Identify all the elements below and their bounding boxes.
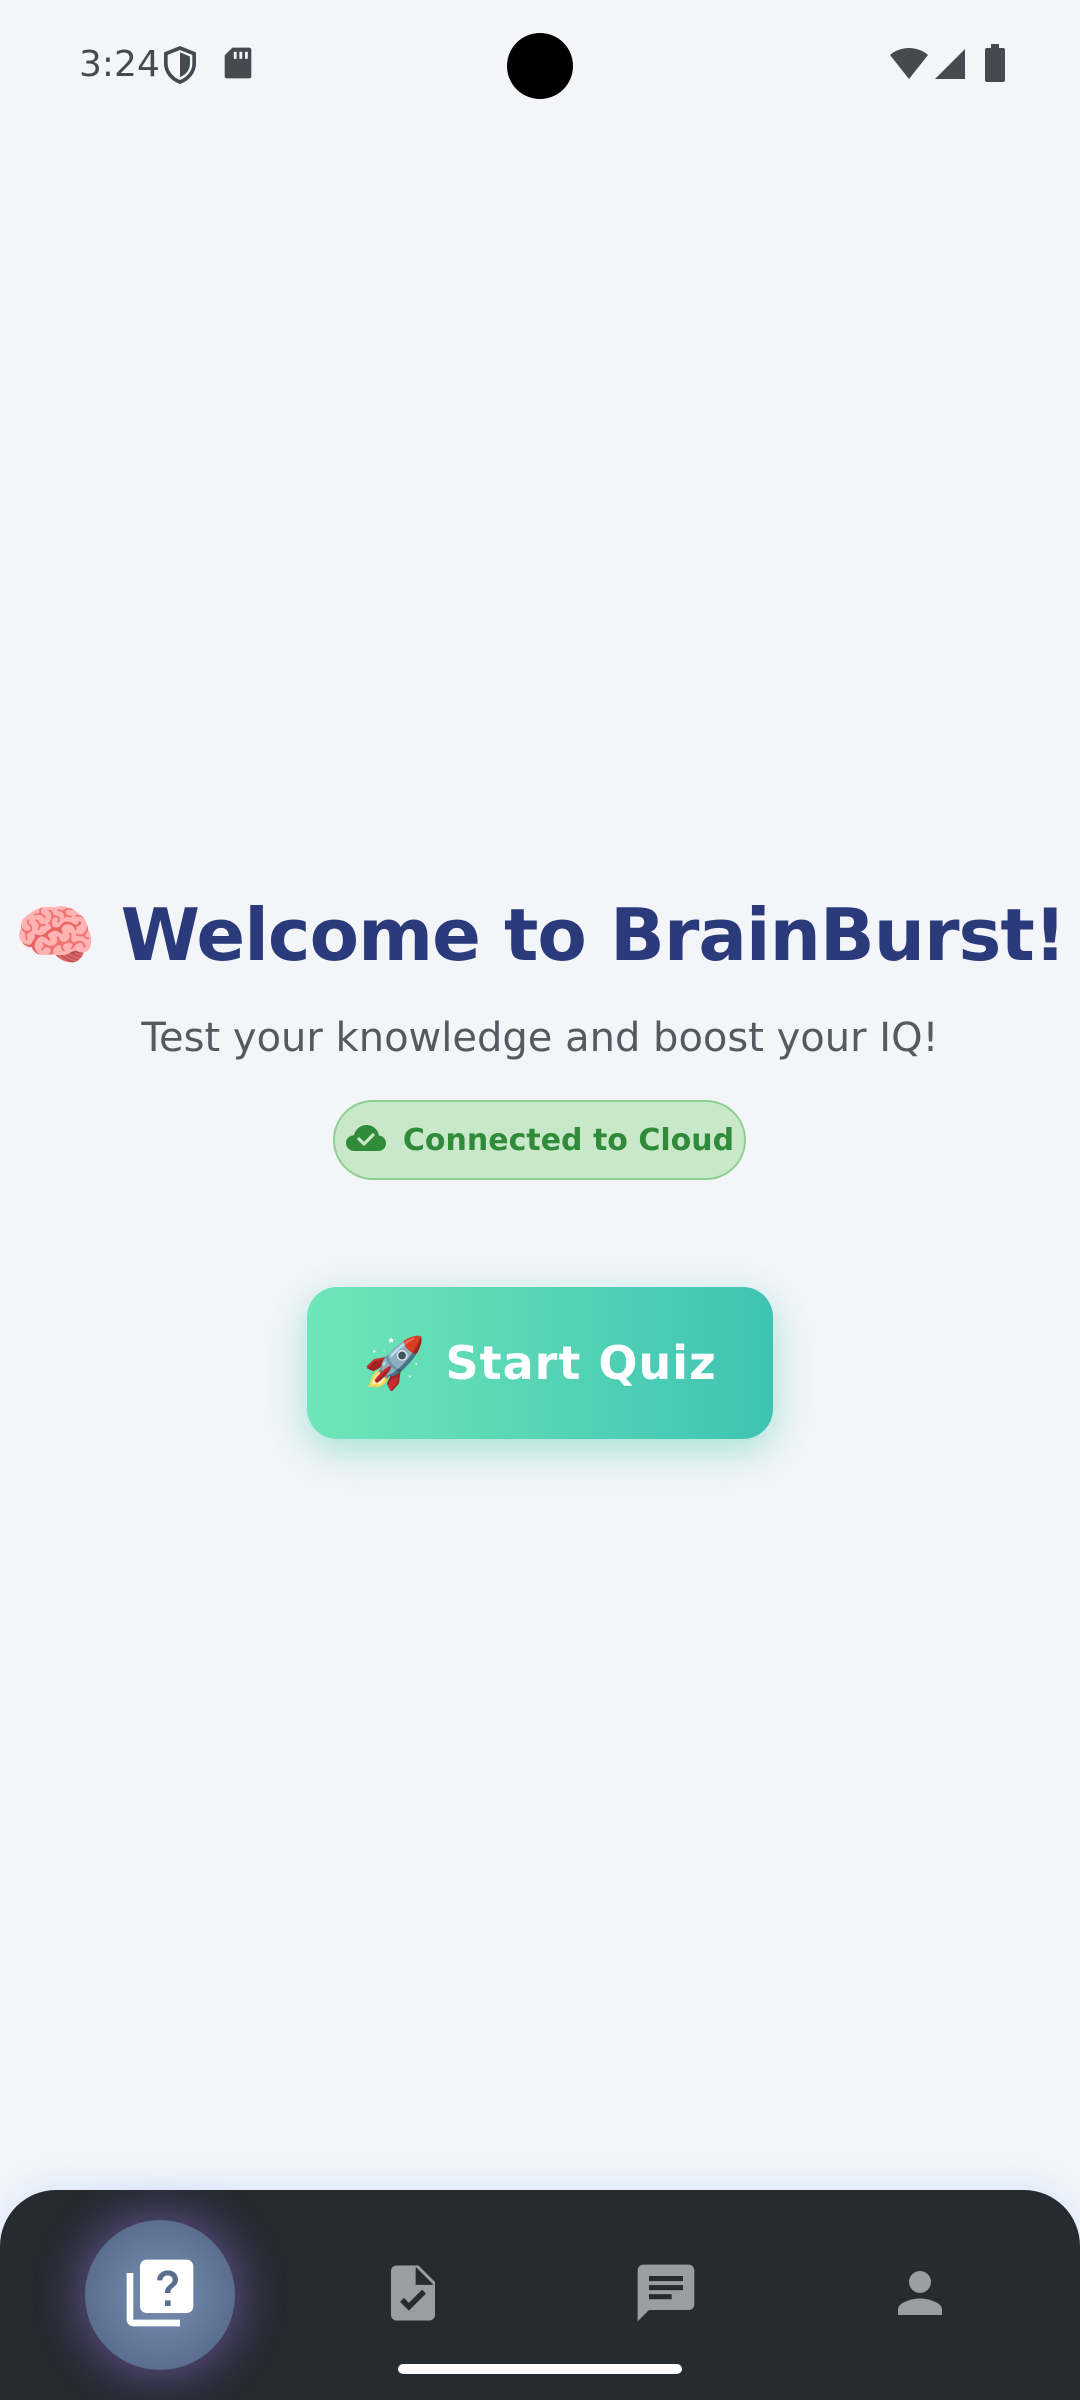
chat-icon bbox=[632, 2259, 700, 2332]
status-time: 3:24 bbox=[79, 44, 160, 85]
shield-icon bbox=[163, 46, 197, 89]
cloud-status-badge: Connected to Cloud bbox=[333, 1100, 746, 1180]
brain-icon: 🧠 bbox=[14, 898, 97, 972]
nav-item-chat[interactable] bbox=[591, 2220, 741, 2370]
camera-cutout bbox=[507, 33, 573, 99]
page-title: Welcome to BrainBurst! bbox=[120, 893, 1067, 977]
document-check-icon bbox=[380, 2260, 446, 2331]
start-quiz-button[interactable]: 🚀 Start Quiz bbox=[307, 1287, 773, 1439]
start-quiz-label: Start Quiz bbox=[445, 1336, 717, 1390]
battery-icon bbox=[984, 44, 1006, 87]
quiz-icon bbox=[120, 2253, 200, 2338]
wifi-icon bbox=[889, 48, 929, 85]
nav-item-results[interactable] bbox=[338, 2220, 488, 2370]
home-indicator[interactable] bbox=[398, 2364, 682, 2374]
nav-item-quiz[interactable] bbox=[85, 2220, 235, 2370]
nav-item-profile[interactable] bbox=[845, 2220, 995, 2370]
welcome-subtitle: Test your knowledge and boost your IQ! bbox=[141, 1015, 939, 1061]
cloud-status-label: Connected to Cloud bbox=[402, 1122, 735, 1158]
welcome-header: 🧠 Welcome to BrainBurst! bbox=[0, 890, 1080, 980]
sd-card-icon bbox=[224, 46, 252, 85]
cellular-icon bbox=[934, 48, 966, 85]
status-bar: 3:24 bbox=[0, 0, 1080, 132]
app-screen: 3:24 🧠 Welcome to BrainBurst! Test your … bbox=[0, 0, 1080, 2400]
cloud-check-icon bbox=[345, 1123, 387, 1158]
rocket-icon: 🚀 bbox=[363, 1335, 426, 1391]
profile-icon bbox=[887, 2260, 953, 2331]
